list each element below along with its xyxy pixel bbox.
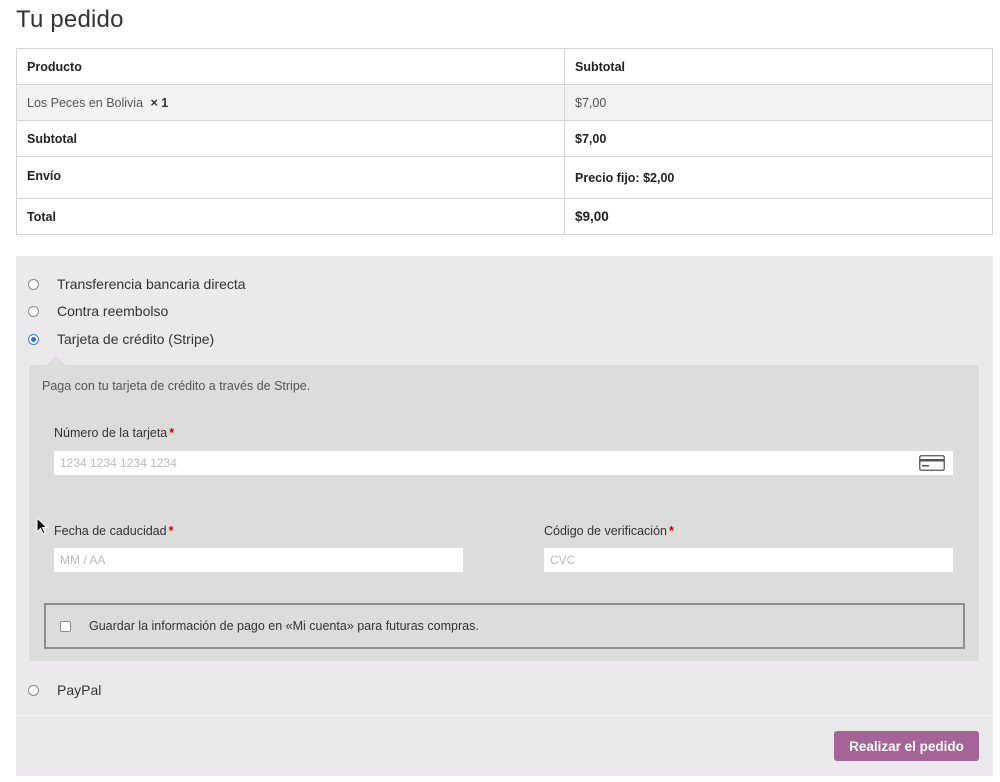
expiry-input[interactable]: MM / AA [54, 548, 463, 572]
item-quantity: × 1 [150, 95, 169, 110]
save-payment-info-row[interactable]: Guardar la información de pago en «Mi cu… [44, 603, 965, 649]
card-number-input[interactable]: 1234 1234 1234 1234 [54, 451, 953, 475]
order-review-table: Producto Subtotal Los Peces en Bolivia ×… [16, 48, 993, 235]
radio-cod[interactable] [28, 305, 39, 317]
place-order-button[interactable]: Realizar el pedido [834, 731, 979, 761]
cvc-label-text: Código de verificación [544, 524, 667, 538]
cvc-label: Código de verificación * [544, 524, 674, 538]
table-row: Los Peces en Bolivia × 1 $7,00 [16, 84, 993, 121]
subtotal-value: $7,00 [564, 120, 993, 157]
divider [16, 715, 993, 716]
payment-method-label: Tarjeta de crédito (Stripe) [57, 331, 215, 347]
payment-method-bank-transfer[interactable]: Transferencia bancaria directa [28, 276, 246, 292]
card-number-label: Número de la tarjeta * [54, 426, 174, 440]
payment-method-cod[interactable]: Contra reembolso [28, 303, 168, 319]
payment-method-label: Contra reembolso [57, 303, 169, 319]
radio-bank-transfer[interactable] [28, 278, 39, 290]
required-mark: * [669, 524, 674, 538]
stripe-payment-box: Paga con tu tarjeta de crédito a través … [29, 356, 979, 661]
radio-paypal[interactable] [28, 684, 39, 696]
save-payment-info-checkbox[interactable] [60, 620, 71, 632]
card-number-label-text: Número de la tarjeta [54, 426, 168, 440]
payment-method-label: PayPal [57, 682, 102, 698]
subtotal-row: Subtotal $7,00 [16, 120, 993, 157]
mouse-cursor-icon [36, 517, 48, 535]
expiry-placeholder: MM / AA [60, 553, 106, 567]
header-subtotal: Subtotal [564, 48, 993, 85]
header-product: Producto [16, 48, 565, 85]
required-mark: * [168, 524, 174, 538]
required-mark: * [169, 426, 175, 440]
total-row: Total $9,00 [16, 198, 993, 235]
expiry-label-text: Fecha de caducidad [54, 524, 167, 538]
item-price: $7,00 [564, 84, 993, 121]
shipping-value: Precio fijo: $2,00 [564, 156, 993, 199]
cvc-placeholder: CVC [550, 553, 576, 567]
shipping-label: Envío [16, 156, 565, 199]
total-value: $9,00 [564, 198, 993, 235]
cvc-input[interactable]: CVC [544, 548, 953, 572]
payment-method-stripe[interactable]: Tarjeta de crédito (Stripe) [28, 331, 214, 347]
item-name: Los Peces en Bolivia [27, 95, 144, 110]
payment-method-label: Transferencia bancaria directa [57, 276, 246, 292]
item-cell: Los Peces en Bolivia × 1 [16, 84, 565, 121]
card-number-placeholder: 1234 1234 1234 1234 [60, 456, 177, 470]
payment-method-paypal[interactable]: PayPal [28, 682, 101, 698]
save-payment-info-label: Guardar la información de pago en «Mi cu… [89, 619, 479, 633]
page-title: Tu pedido [16, 6, 124, 33]
shipping-row: Envío Precio fijo: $2,00 [16, 156, 993, 199]
stripe-description: Paga con tu tarjeta de crédito a través … [42, 379, 311, 393]
subtotal-label: Subtotal [16, 120, 565, 157]
credit-card-icon [919, 455, 945, 471]
radio-stripe[interactable] [28, 333, 39, 345]
payment-section: Transferencia bancaria directa Contra re… [16, 256, 993, 776]
total-label: Total [16, 198, 565, 235]
table-header-row: Producto Subtotal [16, 48, 993, 85]
expiry-label: Fecha de caducidad * [54, 524, 173, 538]
